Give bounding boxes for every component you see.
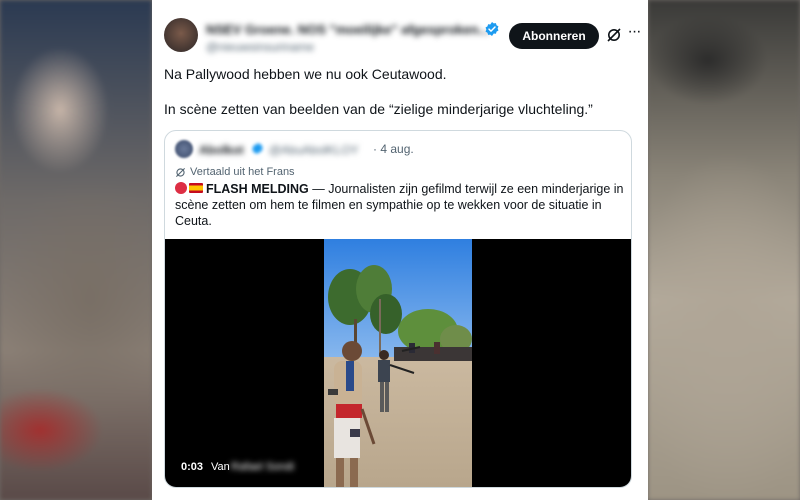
video-timestamp: 0:03 (181, 461, 204, 473)
video-frame (324, 239, 472, 487)
author-handle: @nieuwsinsuriname (206, 40, 315, 54)
quoted-verified-badge-icon (252, 142, 263, 155)
blurred-background-left (0, 0, 152, 500)
quoted-author-name: Abolkot (199, 143, 244, 157)
quoted-author-avatar (175, 140, 193, 158)
post-text-line-2: In scène zetten van beelden van de “ziel… (164, 101, 593, 117)
post-card: NSEV Groene. NOS "moeilijke" afgesproken… (152, 0, 648, 500)
translate-icon (175, 167, 186, 177)
translation-label: Vertaald uit het Frans (190, 166, 295, 178)
grok-icon[interactable] (606, 27, 622, 43)
translation-notice[interactable]: Vertaald uit het Frans (175, 165, 295, 179)
blurred-background-right (648, 0, 800, 500)
more-options-icon[interactable]: ··· (626, 22, 642, 42)
quoted-post-date: · 4 aug. (373, 142, 414, 156)
author-avatar[interactable] (164, 18, 198, 52)
flash-label: FLASH MELDING (206, 182, 309, 196)
video-scene-image (324, 239, 472, 487)
post-text: Na Pallywood hebben we nu ook Ceutawood.… (164, 65, 634, 118)
post-header: NSEV Groene. NOS "moeilijke" afgesproken… (164, 16, 641, 56)
date-separator: · (373, 142, 377, 156)
quoted-post[interactable]: Abolkot @AbuAbolKLOY · 4 aug. Vertaald u… (164, 130, 632, 488)
spain-flag-icon (189, 183, 203, 193)
red-circle-icon (175, 182, 187, 194)
video-attribution-prefix: Van (211, 461, 230, 473)
author-name[interactable]: NSEV Groene. NOS "moeilijke" afgesproken… (206, 22, 489, 37)
date-value: 4 aug. (380, 142, 414, 156)
post-text-line-1: Na Pallywood hebben we nu ook Ceutawood. (164, 66, 447, 82)
verified-badge-icon (485, 22, 499, 36)
video-attribution-name[interactable]: Rafael Sondi (231, 461, 294, 473)
subscribe-button[interactable]: Abonneren (509, 23, 599, 49)
quoted-author-handle: @AbuAbolKLOY (269, 143, 359, 157)
video-player[interactable]: 0:03 Van Rafael Sondi (165, 239, 631, 487)
quoted-post-text: FLASH MELDING — Journalisten zijn gefilm… (175, 181, 625, 229)
